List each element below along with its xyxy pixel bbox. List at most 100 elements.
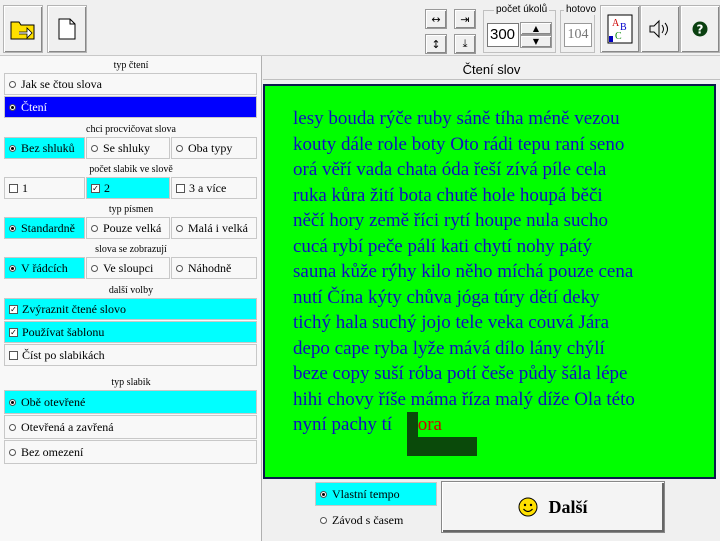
arrows-vertical-in-icon: ⤓ (462, 37, 468, 50)
svg-text:A: A (612, 18, 620, 29)
option-no-clusters[interactable]: Bez shluků (4, 137, 85, 159)
increase-spacing-button[interactable]: ↕ (425, 34, 447, 54)
text-line: kouty dále role boty Oto rádi tepu raní … (293, 133, 625, 155)
option-label: Závod s časem (332, 512, 404, 527)
option-random[interactable]: Náhodně (171, 257, 257, 279)
svg-text:C: C (615, 31, 622, 42)
option-in-rows[interactable]: V řádcích (4, 257, 85, 279)
option-label: Čtení (21, 99, 47, 114)
checkbox-icon (9, 350, 18, 360)
option-label: Bez shluků (21, 140, 75, 155)
next-button-label: Další (548, 496, 588, 517)
text-line: lesy bouda rýče ruby sáně tíha méně vezo… (293, 108, 620, 129)
task-count-label: počet úkolů (494, 4, 550, 15)
arrow-down-icon: ▼ (532, 37, 540, 46)
arrows-horizontal-in-icon: ⇥ (460, 12, 470, 26)
check-use-template[interactable]: ✓ Používat šablonu (4, 321, 257, 343)
option-label: Standardně (21, 220, 75, 235)
radio-icon (91, 144, 98, 152)
option-label: Náhodně (188, 260, 232, 275)
document-icon (58, 18, 76, 40)
text-line: nutí Čína kýty chůva jóga túry dětí deky (293, 286, 600, 308)
sound-button[interactable] (640, 5, 680, 53)
done-label: hotovo (564, 4, 599, 15)
checkbox-icon (176, 183, 185, 193)
widen-text-button[interactable]: ↔ (425, 9, 447, 29)
section-title-more-options: další volby (108, 285, 154, 296)
task-count-down[interactable]: ▼ (520, 35, 552, 48)
section-title-syllable-type: typ slabik (111, 377, 151, 388)
option-timed-race[interactable]: Závod s časem (315, 508, 437, 532)
checkbox-checked-icon: ✓ (91, 183, 100, 193)
check-two-syllables[interactable]: ✓ 2 (86, 177, 170, 199)
checkbox-checked-icon: ✓ (9, 304, 18, 314)
check-read-by-syllables[interactable]: Číst po slabikách (4, 344, 257, 366)
radio-icon (9, 398, 16, 406)
narrow-text-button[interactable]: ⇥ (454, 9, 476, 29)
text-line: hihi chovy říše máma říza malý díže Ola … (293, 388, 635, 410)
arrows-vertical-out-icon: ↕ (431, 37, 441, 51)
template-mask-horizontal (407, 437, 477, 456)
option-mixed-case[interactable]: Malá i velká (171, 217, 257, 239)
option-both-open[interactable]: Obě otevřené (4, 390, 257, 414)
option-how-words-read[interactable]: Jak se čtou slova (4, 73, 257, 95)
toolbar: ↔ ⇥ ↕ ⤓ počet úkolů 300 ▲ ▼ hotovo 104 A… (0, 0, 720, 56)
radio-icon (91, 264, 98, 272)
option-label: Číst po slabikách (22, 347, 105, 362)
section-title-letters: typ písmen (108, 204, 154, 215)
option-in-column[interactable]: Ve sloupci (86, 257, 170, 279)
new-document-button[interactable] (47, 5, 87, 53)
option-reading[interactable]: Čtení (4, 96, 257, 118)
check-three-plus-syllables[interactable]: 3 a více (171, 177, 257, 199)
check-one-syllable[interactable]: 1 (4, 177, 85, 199)
page-title: Čtení slov (263, 59, 720, 80)
option-open-closed[interactable]: Otevřená a zavřená (4, 415, 257, 439)
text-line: sauna kůže rýhy kilo něho míchá pouze ce… (293, 261, 634, 282)
option-label: 2 (104, 180, 110, 195)
task-count-input[interactable]: 300 (487, 23, 519, 47)
option-label: Se shluky (103, 140, 151, 155)
font-settings-button[interactable]: ABC (600, 5, 640, 53)
option-label: Obě otevřené (21, 394, 86, 409)
option-label: Malá i velká (188, 220, 248, 235)
text-line-start: nyní pachy tí (293, 414, 393, 435)
option-label: Otevřená a zavřená (21, 419, 114, 434)
radio-icon (9, 80, 16, 88)
option-label: Vlastní tempo (332, 486, 400, 501)
radio-icon (176, 144, 183, 152)
option-with-clusters[interactable]: Se shluky (86, 137, 170, 159)
option-own-pace[interactable]: Vlastní tempo (315, 482, 437, 506)
option-uppercase-only[interactable]: Pouze velká (86, 217, 170, 239)
section-title-reading-type: typ čtení (113, 60, 149, 71)
speaker-icon (649, 19, 668, 39)
text-line: orá věří vada chata óda řeší zívá píle c… (293, 159, 607, 180)
option-label: Bez omezení (21, 444, 84, 459)
option-label: Pouze velká (103, 220, 162, 235)
help-button[interactable]: ? (680, 5, 720, 53)
open-folder-button[interactable] (3, 5, 43, 53)
arrow-up-icon: ▲ (532, 24, 540, 33)
option-label: V řádcích (21, 260, 68, 275)
section-title-practice: chci procvičovat slova (86, 124, 176, 135)
radio-icon (320, 490, 327, 498)
text-line: cucá rybí peče pálí kati chytí nohy pátý (293, 235, 593, 257)
text-line: depo cape ryba lyže mává dílo lány chýlí (293, 337, 605, 359)
text-line: tichý hala suchý jojo tele veka couvá Já… (293, 312, 610, 333)
task-count-up[interactable]: ▲ (520, 22, 552, 35)
option-label: Zvýraznit čtené slovo (22, 301, 126, 316)
option-label: 3 a více (189, 180, 227, 195)
option-no-limit[interactable]: Bez omezení (4, 440, 257, 464)
radio-icon (9, 423, 16, 431)
check-highlight-word[interactable]: ✓ Zvýraznit čtené slovo (4, 298, 257, 320)
radio-icon (9, 224, 16, 232)
option-standard[interactable]: Standardně (4, 217, 85, 239)
option-label: Používat šablonu (22, 324, 105, 339)
section-title-syllables: počet slabik ve slově (89, 164, 173, 175)
folder-icon (10, 21, 35, 40)
decrease-spacing-button[interactable]: ⤓ (454, 34, 476, 54)
option-both-types[interactable]: Oba typy (171, 137, 257, 159)
next-button[interactable]: Další (441, 481, 665, 533)
help-icon: ? (692, 21, 708, 37)
option-label: Oba typy (188, 140, 233, 155)
option-label: 1 (22, 180, 28, 195)
